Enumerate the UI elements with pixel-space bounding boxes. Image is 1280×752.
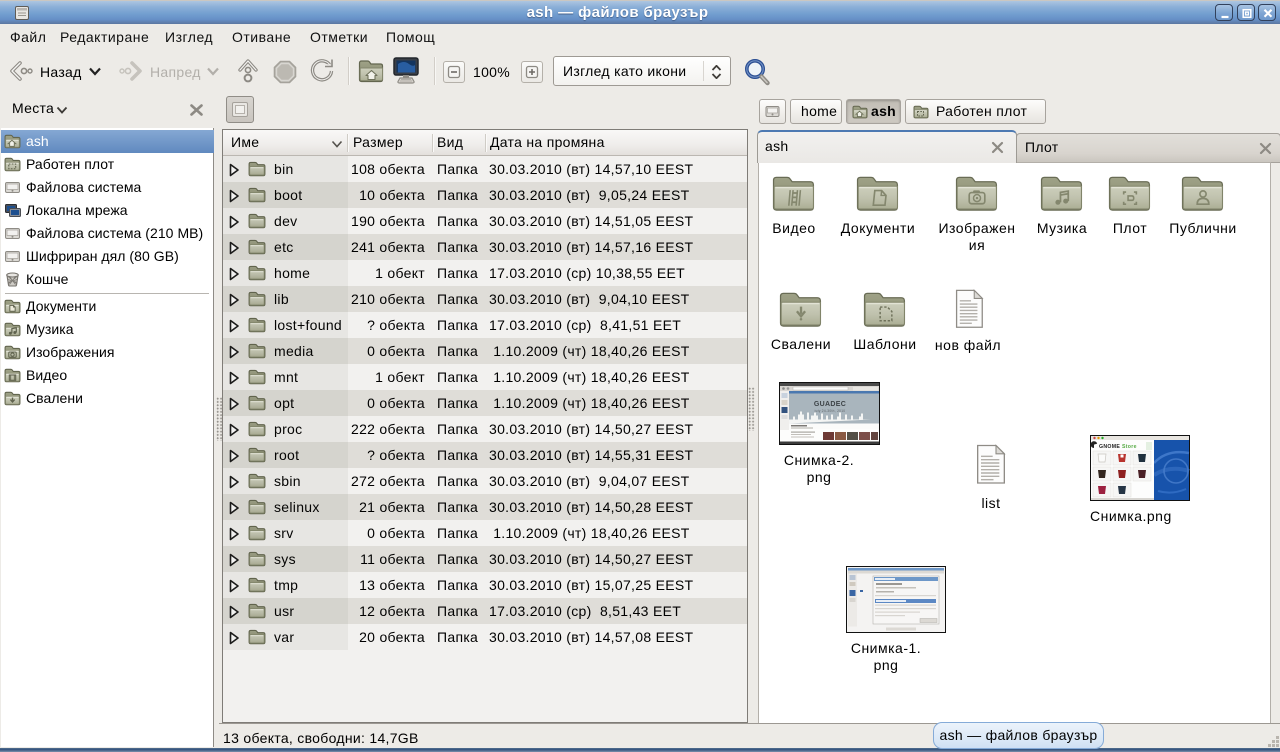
svg-text:july 24-30th, 2010: july 24-30th, 2010 <box>814 409 846 413</box>
svg-text:Store: Store <box>1122 444 1137 450</box>
svg-text:GUADEC: GUADEC <box>814 401 846 408</box>
svg-text:GNOME: GNOME <box>1099 444 1120 450</box>
